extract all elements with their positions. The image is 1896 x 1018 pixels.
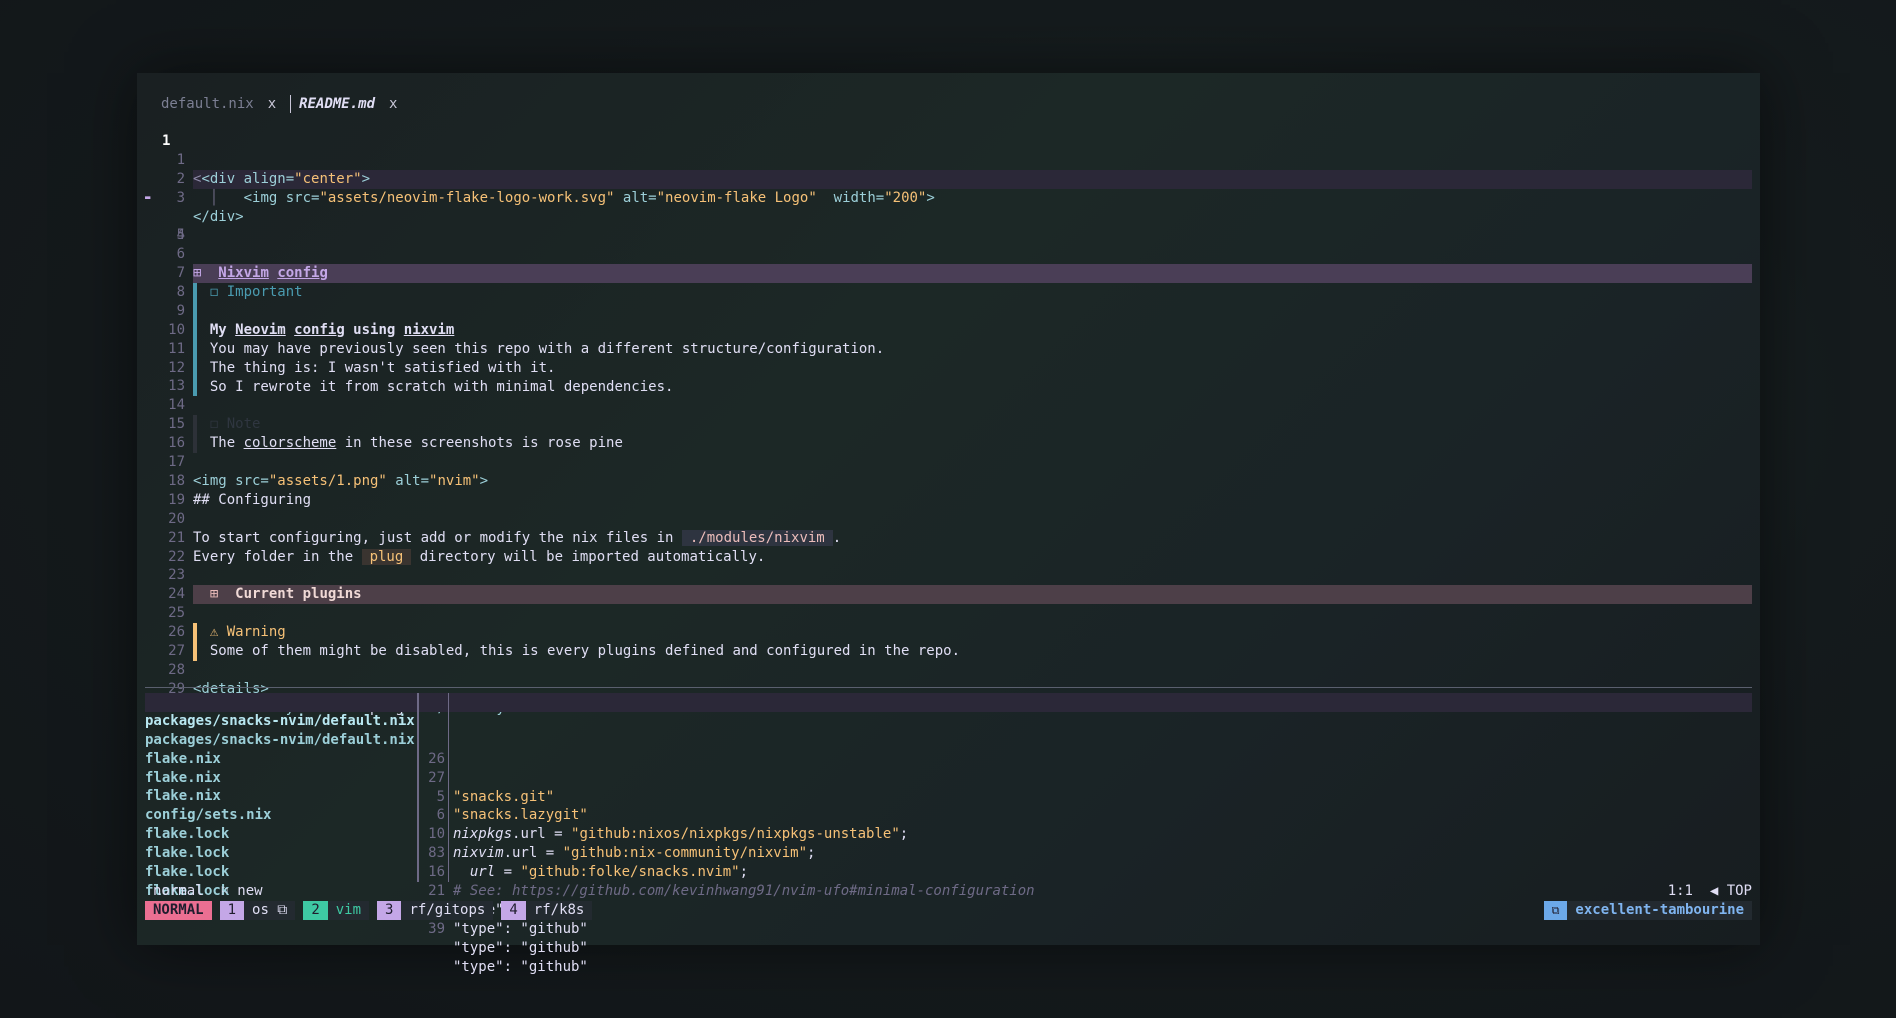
- window-index: 3: [377, 901, 402, 920]
- grep-results-list[interactable]: packages/snacks-nvim/default.nix 26 "sna…: [145, 693, 1752, 975]
- list-item[interactable]: flake.lock 34 "type": "github": [145, 844, 1752, 956]
- close-icon[interactable]: x: [268, 95, 276, 113]
- window-index: 2: [303, 901, 328, 920]
- editor-line: ▬ 4 ⊞ Nixvim config: [145, 189, 1752, 284]
- editor-line: 1 │ <img src="assets/neovim-flake-logo-w…: [145, 132, 1752, 206]
- editor-line: 16 <img src="assets/1.png" alt="nvim">: [145, 415, 1752, 489]
- tmux-mode-badge: NORMAL: [145, 901, 212, 920]
- editor-line: 13 ◻ Note: [145, 359, 1752, 435]
- editor-line: 10 The thing is: I wasn't satisfied with…: [145, 302, 1752, 378]
- editor-line: 25 Some of them might be disabled, this …: [145, 585, 1752, 661]
- terminal-window: default.nix x README.md x 1 <<div align=…: [137, 73, 1760, 975]
- status-mode: normal ⚐ new: [153, 883, 263, 899]
- editor-line: 8 My Neovim config using nixvim: [145, 264, 1752, 340]
- list-item[interactable]: packages/snacks-nvim/default.nix 27 "sna…: [145, 711, 1752, 823]
- window-index: 4: [501, 901, 526, 920]
- cursor-position: 1:1 ◀ TOP: [1667, 883, 1752, 899]
- tmux-statusbar: NORMAL 1 os ⧉ 2 vim 3 rf/gitops 4 rf/k8s…: [145, 901, 1752, 920]
- split-divider[interactable]: [145, 687, 1752, 688]
- editor-line: 18: [145, 453, 1752, 489]
- editor-line: 9 You may have previously seen this repo…: [145, 283, 1752, 359]
- result-preview: "type": "github": [453, 958, 588, 975]
- list-item[interactable]: flake.lock 16 "type": "github": [145, 806, 1752, 918]
- tab-label: default.nix: [161, 96, 254, 112]
- editor-line: 17 ## Configuring: [145, 434, 1752, 508]
- editor-line: 27 <details>: [145, 623, 1752, 697]
- tmux-session: ⧉ excellent-tambourine: [1543, 901, 1752, 920]
- tmux-window-4[interactable]: 4 rf/k8s: [501, 901, 593, 920]
- editor-line: 1 <<div align="center">: [145, 113, 1752, 189]
- window-name: rf/gitops: [401, 901, 494, 920]
- editor-line: 12: [145, 340, 1752, 376]
- list-item[interactable]: config/sets.nix 83 # See: https://github…: [145, 787, 1752, 899]
- editor-buffer[interactable]: 1 <<div align="center"> 1 │ <img src="as…: [145, 113, 1752, 716]
- session-name: excellent-tambourine: [1567, 901, 1752, 920]
- editor-line: 6 ◻ Important: [145, 226, 1752, 302]
- editor-line: 20 Every folder in the plug directory wi…: [145, 491, 1752, 565]
- editor-line: 3: [145, 170, 1752, 206]
- vim-statusline: normal ⚐ new 1:1 ◀ TOP: [145, 882, 1752, 901]
- window-name: os ⧉: [244, 901, 296, 920]
- list-item[interactable]: flake.nix 6 nixvim.url = "github:nix-com…: [145, 749, 1752, 861]
- editor-line: 21: [145, 510, 1752, 546]
- result-preview: "type": "github": [453, 920, 588, 937]
- editor-line: 23: [145, 547, 1752, 583]
- editor-line: 2 </div>: [145, 151, 1752, 225]
- tab-default-nix[interactable]: default.nix x: [161, 95, 290, 113]
- result-line-number: 39: [428, 920, 445, 937]
- editor-line: 14 The colorscheme in these screenshots …: [145, 377, 1752, 454]
- editor-line: 11 So I rewrote it from scratch with min…: [145, 321, 1752, 397]
- tab-label: README.md: [299, 96, 376, 112]
- list-item[interactable]: flake.nix 5 nixpkgs.url = "github:nixos/…: [145, 730, 1752, 842]
- buffer-tabline: default.nix x README.md x: [161, 95, 411, 113]
- tmux-window-2[interactable]: 2 vim: [303, 901, 370, 920]
- editor-line: 19 To start configuring, just add or mod…: [145, 472, 1752, 546]
- window-index: 1: [219, 901, 245, 920]
- editor-line: 29: [145, 661, 1752, 697]
- editor-line: 22 ⊞ Current plugins: [145, 529, 1752, 605]
- session-icon: ⧉: [1543, 901, 1568, 920]
- window-name: rf/k8s: [525, 901, 593, 920]
- tmux-window-1[interactable]: 1 os ⧉: [219, 901, 296, 920]
- editor-line: 5: [145, 207, 1752, 243]
- close-icon[interactable]: x: [389, 95, 397, 113]
- list-item[interactable]: flake.lock 39 "type": "github": [145, 863, 1752, 975]
- result-preview: "type": "github": [453, 939, 588, 956]
- editor-line: 24 ⚠ Warning: [145, 566, 1752, 642]
- editor-line: 7: [145, 245, 1752, 321]
- editor-line: 28 <summary>List of plugins</summary>: [145, 642, 1752, 716]
- bookmark-icon: ▬: [145, 192, 151, 203]
- window-name: vim: [327, 901, 370, 920]
- list-item[interactable]: packages/snacks-nvim/default.nix 26 "sna…: [145, 693, 1752, 805]
- editor-line: 15: [145, 396, 1752, 432]
- editor-line: 26: [145, 604, 1752, 640]
- list-item[interactable]: flake.lock 21 "type": "github": [145, 825, 1752, 937]
- list-item[interactable]: flake.nix 10 url = "github:folke/snacks.…: [145, 768, 1752, 880]
- tmux-window-3[interactable]: 3 rf/gitops: [377, 901, 494, 920]
- tab-readme-md[interactable]: README.md x: [291, 95, 411, 113]
